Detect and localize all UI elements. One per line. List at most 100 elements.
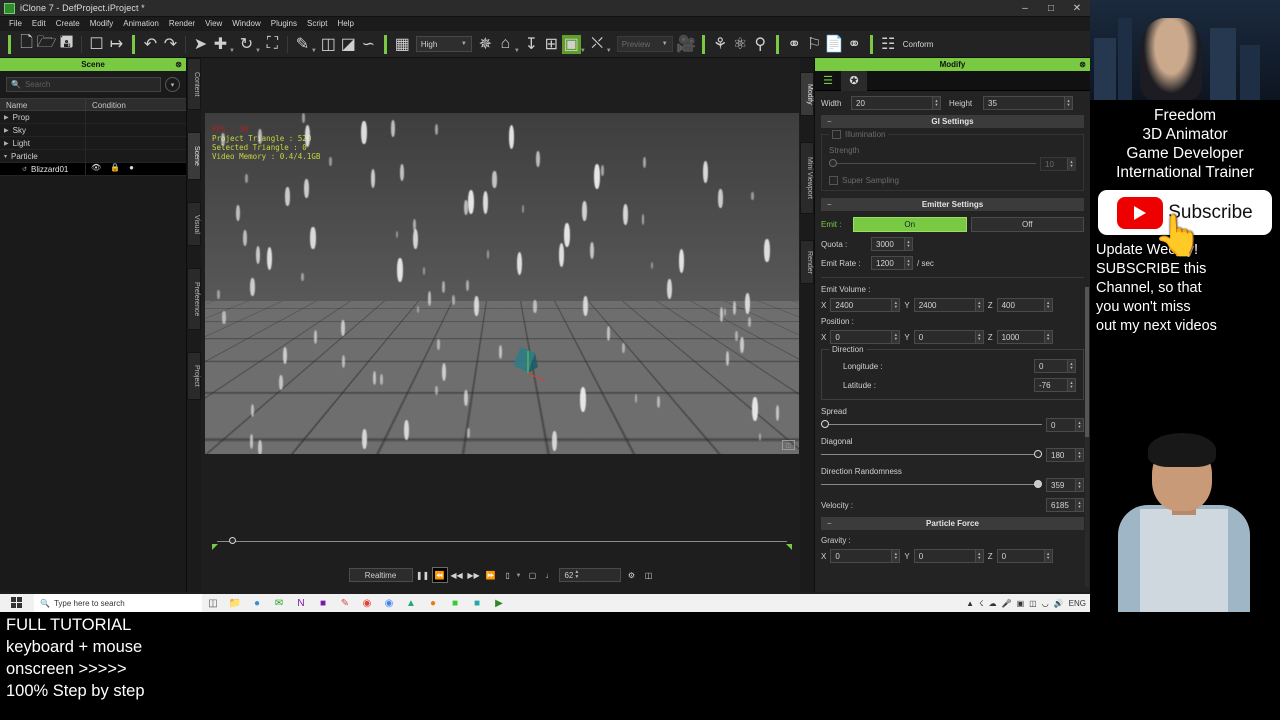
- sidebar-item-mini-viewport[interactable]: Mini Viewport: [800, 142, 814, 214]
- display-icon[interactable]: ▣: [1017, 599, 1025, 608]
- gravity-y-field[interactable]: 0 ▲ ▼: [913, 549, 984, 563]
- home-dropdown-caret-icon[interactable]: ▼: [514, 48, 520, 57]
- collapse-icon[interactable]: −: [827, 117, 832, 126]
- collapse-icon-3[interactable]: −: [827, 519, 832, 528]
- frame-number-field[interactable]: 62 ▲ ▼: [559, 568, 622, 582]
- latitude-field[interactable]: -76 ▲ ▼: [1034, 378, 1076, 392]
- settings-gear-button[interactable]: ⚙: [624, 568, 638, 582]
- app-teal-icon[interactable]: ■: [466, 594, 488, 612]
- render-window-icon[interactable]: ▦: [393, 35, 412, 54]
- link-icon[interactable]: ⚭: [845, 35, 864, 54]
- app-green-icon[interactable]: ■: [444, 594, 466, 612]
- spring-icon[interactable]: ∽: [359, 35, 378, 54]
- width-stepper[interactable]: ▲ ▼: [932, 97, 940, 109]
- velocity-stepper[interactable]: ▲ ▼: [1075, 499, 1083, 511]
- notes-icon[interactable]: ✎: [334, 594, 356, 612]
- paint-dropdown-caret-icon[interactable]: ▼: [311, 48, 317, 57]
- menu-item-render[interactable]: Render: [164, 17, 200, 31]
- timeline-range-end-marker[interactable]: [786, 544, 792, 550]
- video-camera-icon[interactable]: 🎥: [676, 35, 696, 54]
- latitude-stepper[interactable]: ▲ ▼: [1067, 379, 1075, 391]
- super-sampling-checkbox[interactable]: [829, 176, 838, 185]
- dot-icon[interactable]: ●: [129, 163, 134, 172]
- onedrive-icon[interactable]: ☁: [989, 599, 997, 608]
- menu-item-view[interactable]: View: [200, 17, 227, 31]
- wifi-icon[interactable]: ◡: [1042, 599, 1049, 608]
- move-dropdown-caret-icon[interactable]: ▼: [229, 48, 235, 57]
- position-x-field[interactable]: 0 ▲ ▼: [830, 330, 901, 344]
- board-icon[interactable]: 📄: [824, 35, 844, 54]
- lock-icon[interactable]: 🔒: [110, 163, 120, 172]
- viewport-layout-icon[interactable]: ◫: [782, 440, 795, 450]
- direction-randomness-field[interactable]: 359 ▲ ▼: [1046, 478, 1084, 492]
- light-icon[interactable]: ✵: [476, 35, 495, 54]
- menu-item-help[interactable]: Help: [332, 17, 358, 31]
- sidebar-item-scene[interactable]: Scene: [187, 132, 201, 180]
- position-y-stepper[interactable]: ▲ ▼: [974, 331, 983, 343]
- language-indicator[interactable]: ENG: [1069, 599, 1086, 608]
- rotate-icon[interactable]: ↻: [237, 35, 256, 54]
- sidebar-item-project[interactable]: Project: [187, 352, 201, 400]
- minimize-button[interactable]: –: [1012, 0, 1038, 16]
- velocity-field[interactable]: 6185 ▲ ▼: [1046, 498, 1084, 512]
- table-row[interactable]: ▶ Light: [0, 137, 186, 150]
- emit-volume-x-stepper[interactable]: ▲ ▼: [891, 299, 900, 311]
- particle-force-header[interactable]: − Particle Force: [821, 517, 1084, 530]
- sidebar-item-modify[interactable]: Modify: [800, 72, 814, 116]
- start-icon[interactable]: [0, 594, 34, 612]
- emit-rate-field[interactable]: 1200 ▲ ▼: [871, 256, 913, 270]
- longitude-stepper[interactable]: ▲ ▼: [1067, 360, 1075, 372]
- diagonal-slider[interactable]: [821, 449, 1042, 461]
- emit-volume-y-stepper[interactable]: ▲ ▼: [974, 299, 983, 311]
- align-right-icon[interactable]: ◪: [339, 35, 358, 54]
- diagonal-field[interactable]: 180 ▲ ▼: [1046, 448, 1084, 462]
- conform-icon[interactable]: ☷: [879, 35, 898, 54]
- gravity-x-field[interactable]: 0 ▲ ▼: [830, 549, 901, 563]
- menu-item-script[interactable]: Script: [302, 17, 332, 31]
- spread-stepper[interactable]: ▲ ▼: [1075, 419, 1083, 431]
- strength-field[interactable]: 10 ▲ ▼: [1040, 157, 1076, 171]
- position-y-field[interactable]: 0 ▲ ▼: [913, 330, 984, 344]
- height-field[interactable]: 35 ▲ ▼: [983, 96, 1073, 110]
- emit-rate-stepper[interactable]: ▲ ▼: [904, 257, 912, 269]
- close-button[interactable]: ✕: [1064, 0, 1090, 16]
- rewind-button[interactable]: ◀◀: [450, 568, 464, 582]
- table-row[interactable]: ▶ Prop: [0, 111, 186, 124]
- taskbar-search[interactable]: 🔍 Type here to search: [34, 594, 202, 612]
- paint-icon[interactable]: ✎: [293, 35, 312, 54]
- emit-volume-z-stepper[interactable]: ▲ ▼: [1043, 299, 1052, 311]
- scene-search-box[interactable]: 🔍: [6, 77, 161, 92]
- undo-icon[interactable]: ↶: [141, 35, 160, 54]
- scene-filter-chevron-icon[interactable]: ▾: [165, 77, 180, 92]
- subscribe-button[interactable]: Subscribe 👆: [1098, 190, 1272, 258]
- timeline-playhead-handle[interactable]: [229, 537, 236, 544]
- redo-icon[interactable]: ↷: [161, 35, 180, 54]
- expand-triangle-icon[interactable]: ▶: [4, 140, 9, 147]
- conform-label[interactable]: Conform: [903, 40, 934, 49]
- timeline-track[interactable]: [205, 530, 799, 550]
- align-left-icon[interactable]: ◫: [319, 35, 338, 54]
- strength-slider-handle[interactable]: [829, 159, 837, 167]
- camera-dropdown-caret-icon[interactable]: ▼: [580, 48, 586, 57]
- menu-item-edit[interactable]: Edit: [27, 17, 51, 31]
- menu-item-animation[interactable]: Animation: [118, 17, 164, 31]
- direction-randomness-slider-handle[interactable]: [1034, 480, 1042, 488]
- viewport-3d[interactable]: FPS : 30 Project Triangle : 520 Selected…: [205, 113, 799, 454]
- volume-icon[interactable]: 🔊: [1054, 599, 1064, 608]
- chrome2-icon[interactable]: ◉: [378, 594, 400, 612]
- move-icon[interactable]: ✚: [211, 35, 230, 54]
- direction-randomness-stepper[interactable]: ▲ ▼: [1075, 479, 1083, 491]
- longitude-field[interactable]: 0 ▲ ▼: [1034, 359, 1076, 373]
- onenote-icon[interactable]: N: [290, 594, 312, 612]
- eye-visibility-icon[interactable]: 👁: [91, 163, 101, 172]
- strength-slider[interactable]: [829, 158, 1036, 170]
- reset-icon[interactable]: ↧: [522, 35, 541, 54]
- fit-icon[interactable]: ⊞: [542, 35, 561, 54]
- flag-icon[interactable]: ⚐: [805, 35, 824, 54]
- sidebar-item-visual[interactable]: Visual: [187, 202, 201, 246]
- modify-panel-scrollbar[interactable]: [1085, 287, 1089, 587]
- sliders-icon[interactable]: ☰: [815, 71, 841, 91]
- bluetooth-icon[interactable]: ☇: [979, 599, 984, 608]
- expand-triangle-icon[interactable]: ▶: [4, 127, 9, 134]
- emit-volume-y-field[interactable]: 2400 ▲ ▼: [913, 298, 984, 312]
